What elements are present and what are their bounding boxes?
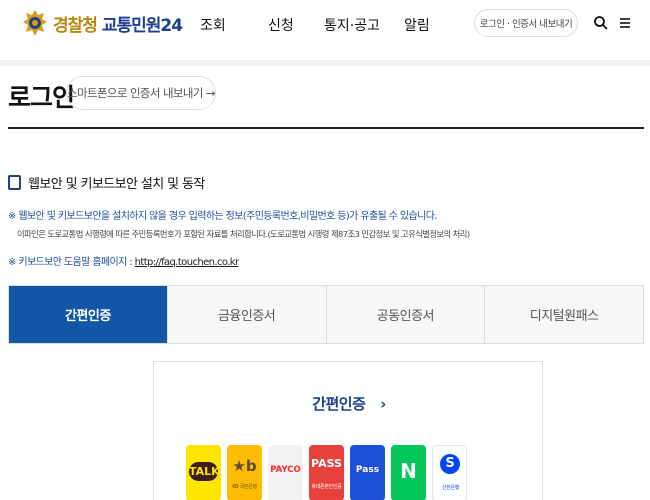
- title-divider: [8, 127, 644, 129]
- login-button[interactable]: 로그인 · 인증서 내보내기: [474, 9, 578, 37]
- provider-pass-button[interactable]: PASS 휴대폰본인인증: [309, 445, 344, 500]
- provider-kb-logo: ★b: [232, 457, 257, 475]
- provider-payco-button[interactable]: PAYCO: [268, 445, 303, 500]
- provider-kb-caption: KB 국민은행: [232, 484, 257, 490]
- site-header: 경찰청 교통민원24 조회 신청 통지·공고 알림 로그인 · 인증서 내보내기: [0, 0, 650, 48]
- export-certificate-button[interactable]: 스마트폰으로 인증서 내보내기 →: [66, 76, 216, 110]
- search-icon[interactable]: [593, 15, 609, 31]
- keyboard-help-link[interactable]: http://faq.touchen.co.kr: [135, 257, 239, 268]
- chevron-right-icon: ›: [380, 395, 386, 413]
- tab-digital-onepass[interactable]: 디지털원패스: [484, 286, 643, 343]
- security-checkbox-label: 웹보안 및 키보드보안 설치 및 동작: [28, 177, 205, 192]
- provider-pass-logo: PASS: [311, 457, 342, 470]
- nav-item-notice[interactable]: 통지·공고: [324, 15, 380, 35]
- tab-simple-auth[interactable]: 간편인증: [9, 286, 167, 343]
- provider-shinhan-logo: S: [440, 454, 460, 474]
- nav-item-alert[interactable]: 알림: [404, 15, 430, 35]
- provider-pass-caption: 휴대폰본인인증: [311, 484, 342, 490]
- provider-kakaotalk-button[interactable]: TALK: [186, 445, 221, 500]
- provider-kakaotalk-logo: TALK: [189, 462, 220, 481]
- nav-item-apply[interactable]: 신청: [268, 15, 294, 35]
- keyboard-help: ※ 키보드보안 도움말 홈페이지 : http://faq.touchen.co…: [8, 253, 239, 268]
- provider-payco-logo: PAYCO: [270, 465, 301, 475]
- simple-auth-title[interactable]: 간편인증 ›: [154, 393, 544, 414]
- security-warning: ※ 웹보안 및 키보드보안을 설치하지 않을 경우 입력하는 정보(주민등록번호…: [8, 211, 437, 222]
- police-emblem-icon: [23, 10, 47, 36]
- menu-icon[interactable]: [617, 15, 633, 31]
- provider-shinhan-button[interactable]: S 신한은행: [432, 445, 467, 500]
- provider-samsung-pass-logo: Pass: [355, 465, 380, 475]
- keyboard-help-label: ※ 키보드보안 도움말 홈페이지 :: [8, 257, 135, 268]
- provider-shinhan-caption: 신한은행: [441, 485, 460, 491]
- tab-joint-certificate[interactable]: 공동인증서: [325, 286, 485, 343]
- header-divider: [0, 60, 650, 66]
- auth-tabs: 간편인증 금융인증서 공동인증서 디지털원패스: [8, 285, 644, 344]
- site-logo[interactable]: 경찰청 교통민원24: [20, 8, 183, 38]
- simple-auth-panel: 간편인증 › TALK ★b KB 국민은행 PAYCO PASS 휴대폰본인인증 Pass…: [153, 361, 543, 500]
- provider-samsung-pass-button[interactable]: Pass: [350, 445, 385, 500]
- provider-naver-button[interactable]: N: [391, 445, 426, 500]
- provider-kb-button[interactable]: ★b KB 국민은행: [227, 445, 262, 500]
- provider-naver-logo: N: [400, 459, 417, 483]
- page-title: 로그인: [8, 83, 75, 112]
- security-checkbox-row[interactable]: 웹보안 및 키보드보안 설치 및 동작: [8, 173, 205, 192]
- logo-text: 경찰청 교통민원24: [53, 15, 183, 36]
- nav-item-inquiry[interactable]: 조회: [200, 15, 226, 35]
- tab-financial-certificate[interactable]: 금융인증서: [166, 286, 326, 343]
- simple-auth-title-text: 간편인증: [312, 395, 366, 413]
- security-checkbox[interactable]: [8, 175, 21, 190]
- security-detail: 이파인은 도로교통법 시행령에 따른 주민등록번호가 포함된 자료를 처리합니다…: [17, 229, 470, 239]
